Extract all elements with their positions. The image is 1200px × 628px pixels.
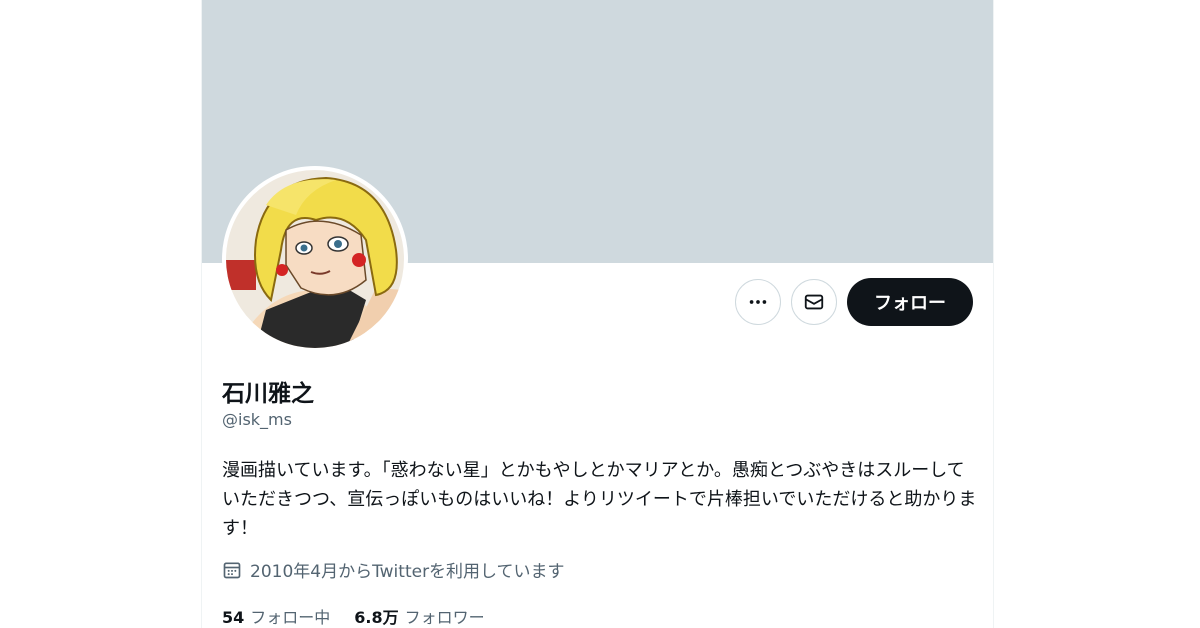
join-date: 2010年4月からTwitterを利用しています	[222, 557, 565, 582]
following-stat[interactable]: 54 フォロー中	[222, 604, 330, 628]
more-icon	[749, 300, 767, 304]
message-button[interactable]	[791, 279, 837, 325]
following-label: フォロー中	[250, 608, 331, 627]
avatar-illustration	[226, 170, 404, 348]
profile-stats: 54 フォロー中 6.8万 フォロワー	[222, 604, 485, 628]
following-count: 54	[222, 608, 245, 627]
envelope-icon	[804, 294, 824, 310]
profile-handle: @isk_ms	[222, 410, 292, 429]
more-button[interactable]	[735, 279, 781, 325]
profile-column: フォロー 石川雅之 @isk_ms 漫画描いています。「惑わない星」とかもやしと…	[201, 0, 994, 628]
follow-button[interactable]: フォロー	[847, 278, 973, 326]
profile-bio: 漫画描いています。「惑わない星」とかもやしとかマリアとか。愚痴とつぶやきはスルー…	[222, 460, 977, 539]
profile-name: 石川雅之	[222, 381, 314, 407]
followers-label: フォロワー	[404, 608, 485, 627]
calendar-icon	[223, 562, 241, 578]
followers-stat[interactable]: 6.8万 フォロワー	[354, 604, 484, 628]
profile-actions: フォロー	[735, 278, 973, 326]
avatar[interactable]	[222, 166, 408, 352]
followers-count: 6.8万	[354, 608, 399, 627]
join-date-text: 2010年4月からTwitterを利用しています	[250, 562, 565, 582]
